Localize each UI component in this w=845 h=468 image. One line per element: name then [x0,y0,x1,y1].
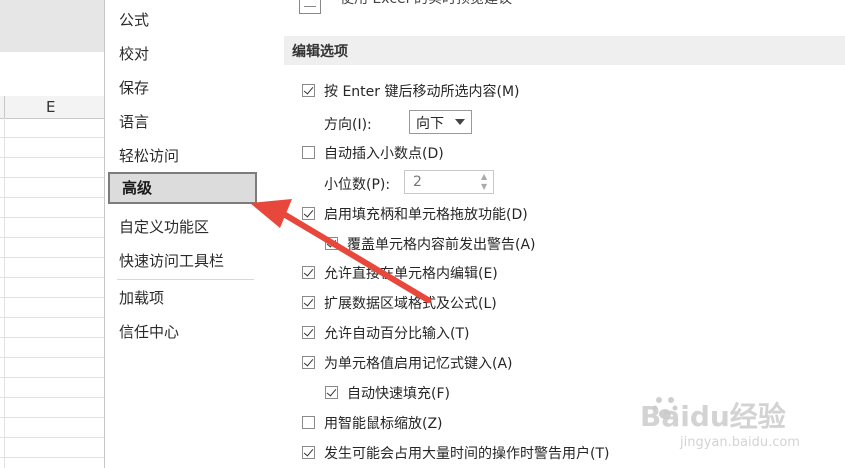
arrow-shaft [279,210,431,303]
arrow-head [250,199,292,228]
watermark-text: Baidu经验 [640,400,786,433]
watermark-url: jingyan.baidu.com [680,435,800,450]
